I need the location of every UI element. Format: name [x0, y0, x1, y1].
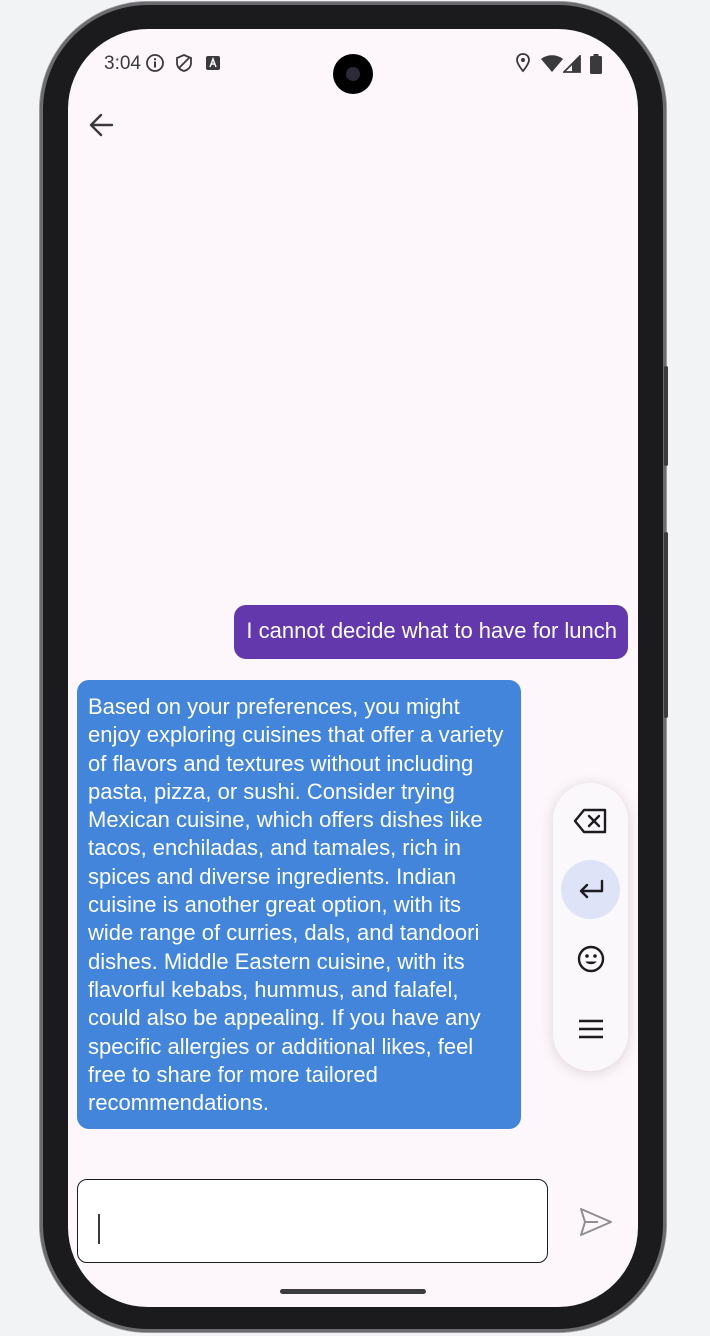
- user-message-bubble: I cannot decide what to have for lunch: [234, 605, 628, 659]
- status-bar: 3:04: [68, 29, 638, 99]
- wifi-icon: [541, 55, 563, 72]
- home-indicator[interactable]: [280, 1289, 426, 1294]
- side-button-top: [664, 366, 668, 466]
- backspace-button[interactable]: [561, 791, 620, 850]
- assistant-message-bubble: Based on your preferences, you might enj…: [77, 680, 521, 1130]
- backspace-icon: [573, 808, 606, 833]
- front-camera: [333, 54, 373, 94]
- emoji-icon: [577, 945, 604, 972]
- signal-icon: [563, 55, 581, 73]
- keyboard-floating-toolbar: [553, 783, 628, 1071]
- screen: 3:04 I cannot decide what to have for lu…: [68, 29, 638, 1307]
- send-button[interactable]: [578, 1204, 614, 1240]
- shield-icon: [176, 54, 192, 72]
- menu-icon: [578, 1019, 603, 1038]
- user-message-text: I cannot decide what to have for lunch: [246, 618, 617, 643]
- location-icon: [516, 53, 530, 73]
- assistant-message-text: Based on your preferences, you might enj…: [88, 694, 504, 1116]
- text-cursor: [98, 1214, 100, 1244]
- emoji-button[interactable]: [561, 929, 620, 988]
- arrow-left-icon: [89, 113, 114, 137]
- back-button[interactable]: [76, 109, 124, 141]
- status-time: 3:04: [104, 53, 141, 74]
- info-icon: [146, 54, 164, 72]
- side-button-bottom: [664, 532, 668, 718]
- keyboard-a-icon: [206, 56, 220, 70]
- enter-icon: [579, 879, 603, 898]
- battery-icon: [590, 54, 602, 74]
- message-input[interactable]: [96, 1198, 530, 1244]
- enter-button[interactable]: [561, 860, 620, 919]
- menu-button[interactable]: [561, 999, 620, 1058]
- send-icon: [580, 1208, 612, 1236]
- message-input-box[interactable]: [77, 1179, 548, 1263]
